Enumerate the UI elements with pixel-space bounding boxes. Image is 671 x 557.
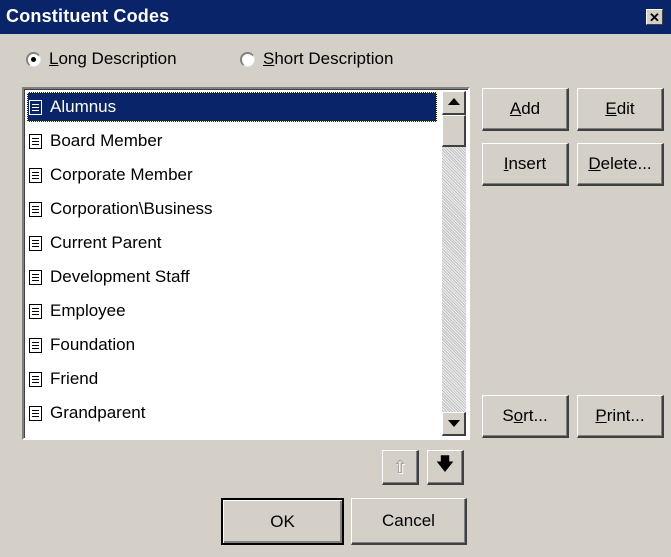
list-item-label: Alumnus (50, 97, 117, 116)
document-icon (29, 99, 42, 115)
list-item[interactable]: Board Member (27, 126, 437, 156)
document-icon (29, 303, 42, 319)
triangle-up-icon (448, 98, 460, 105)
arrow-down-icon: 🡇 (435, 454, 455, 474)
edit-button[interactable]: Edit (577, 88, 664, 131)
list-item-label: Friend (50, 369, 99, 388)
scroll-thumb[interactable] (442, 115, 466, 147)
document-icon (29, 337, 42, 353)
long-description-radio[interactable]: Long Description (26, 49, 177, 69)
document-icon (29, 133, 42, 149)
radio-checked-icon[interactable] (26, 51, 41, 67)
short-description-label: Short Description (263, 49, 394, 68)
document-icon (29, 371, 42, 387)
list-item[interactable]: Development Staff (27, 262, 437, 292)
window-title: Constituent Codes (6, 6, 170, 26)
print-button[interactable]: Print... (577, 395, 664, 438)
delete-button[interactable]: Delete... (577, 143, 664, 186)
insert-button[interactable]: Insert (482, 143, 569, 186)
scroll-up-button[interactable] (442, 91, 466, 115)
list-item-label: Corporate Member (50, 165, 193, 184)
list-item[interactable]: Foundation (27, 330, 437, 360)
triangle-down-icon (448, 420, 460, 427)
ok-button[interactable]: OK (221, 498, 344, 545)
list-item[interactable]: Grandparent (27, 398, 437, 428)
vertical-scrollbar[interactable] (442, 91, 466, 436)
list-item[interactable]: Friend (27, 364, 437, 394)
short-description-radio[interactable]: Short Description (240, 49, 393, 69)
list-item[interactable]: Corporation\Business (27, 194, 437, 224)
document-icon (29, 269, 42, 285)
document-icon (29, 405, 42, 421)
document-icon (29, 167, 42, 183)
move-up-button[interactable]: ⇧ (382, 450, 419, 485)
sort-button[interactable]: So rt... (482, 395, 569, 438)
cancel-button[interactable]: Cancel (351, 498, 467, 545)
list-item[interactable]: Corporate Member (27, 160, 437, 190)
list-item-label: Board Member (50, 131, 163, 150)
list-item[interactable]: Employee (27, 296, 437, 326)
list-item[interactable]: Current Parent (27, 228, 437, 258)
long-description-label: Long Description (49, 49, 177, 68)
list-item-label: Foundation (50, 335, 136, 354)
document-icon (29, 201, 42, 217)
radio-unchecked-icon[interactable] (240, 51, 255, 67)
document-icon (29, 235, 42, 251)
list-item-label: Current Parent (50, 233, 162, 252)
list-item-label: Corporation\Business (50, 199, 213, 218)
list-item-label: Employee (50, 301, 126, 320)
arrow-up-icon: ⇧ (392, 456, 408, 477)
close-icon[interactable]: ✕ (646, 9, 663, 25)
title-bar: Constituent Codes ✕ (0, 0, 671, 34)
list-item[interactable]: Alumnus (27, 92, 437, 122)
constituent-codes-list[interactable]: Alumnus Board Member Corporate Member Corpo… (22, 87, 470, 440)
add-button[interactable]: Add (482, 88, 569, 131)
scroll-down-button[interactable] (442, 412, 466, 436)
move-down-button[interactable]: 🡇 (427, 450, 464, 485)
list-item-label: Development Staff (50, 267, 190, 286)
list-item-label: Grandparent (50, 403, 146, 422)
